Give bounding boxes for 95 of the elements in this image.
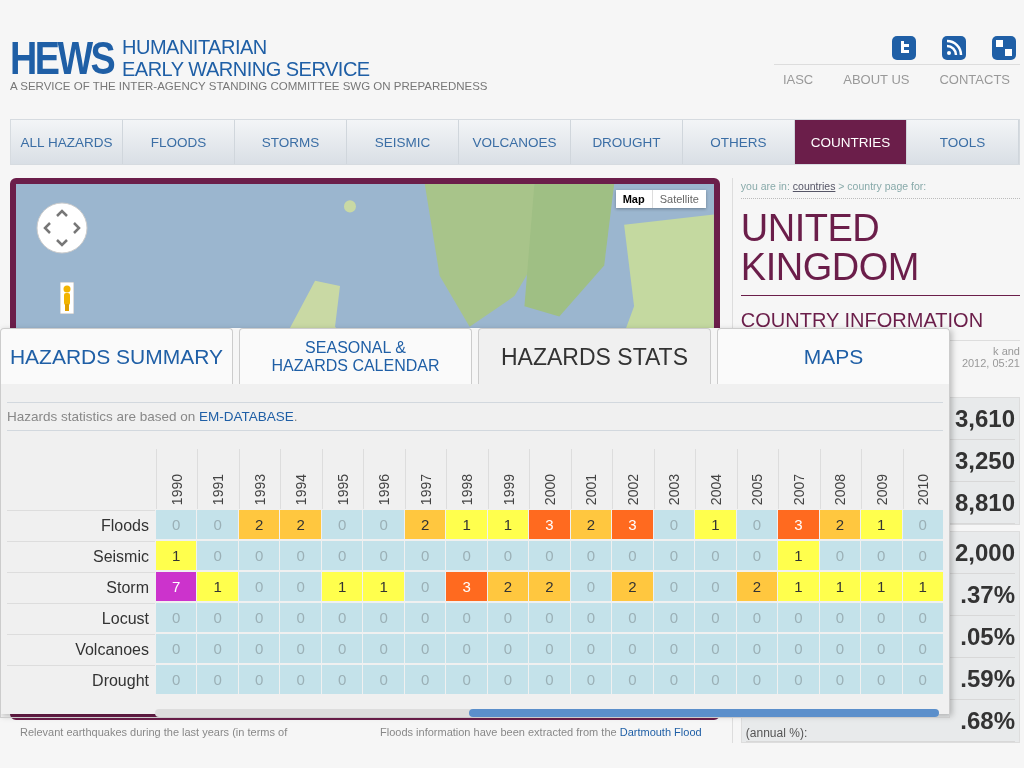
stat-value: 8,810 <box>954 488 1015 517</box>
table-cell: 1 <box>321 572 363 601</box>
table-cell: 2 <box>404 510 446 539</box>
year-header: 2000 <box>542 473 558 505</box>
year-header: 1994 <box>293 473 310 505</box>
map-type-button[interactable]: Map <box>615 190 653 208</box>
footnote-link[interactable]: Dartmouth Flood <box>619 726 702 738</box>
country-name: KINGDOM <box>740 248 920 287</box>
table-cell: 2 <box>238 510 280 539</box>
nav-tab[interactable]: TOOLS <box>907 120 1019 164</box>
table-cell: 3 <box>446 572 487 601</box>
table-cell: 3 <box>778 510 819 539</box>
table-cell: 1 <box>778 572 819 601</box>
stat-value: 3,250 <box>954 446 1015 475</box>
year-header: 1990 <box>168 473 185 505</box>
table-cell: 1 <box>778 541 819 570</box>
year-header: 1999 <box>500 473 517 505</box>
nav-tab[interactable]: COUNTRIES <box>795 120 907 164</box>
table-cell: 1 <box>861 572 902 601</box>
table-cell: 1 <box>861 510 902 539</box>
table-cell: 2 <box>280 510 321 539</box>
hazard-label: Volcanoes <box>7 634 155 664</box>
table-cell: 1 <box>902 572 943 601</box>
year-header: 2005 <box>749 473 766 505</box>
stat-label: (annual %): <box>745 726 808 740</box>
stat-value: 3,610 <box>954 404 1015 433</box>
table-cell: 2 <box>612 572 653 601</box>
hazard-label: Storm <box>7 572 155 602</box>
year-header: 1993 <box>251 473 268 505</box>
table-cell: 1 <box>363 572 404 601</box>
squares-icon[interactable] <box>992 36 1016 60</box>
table-cell: 1 <box>446 510 487 539</box>
stat-value: .37% <box>960 580 1015 609</box>
note-text: 2012, 05:21 <box>961 357 1020 369</box>
source-link[interactable]: EM-DATABASE <box>199 409 294 424</box>
table-cell: 2 <box>736 572 778 601</box>
table-cell: 2 <box>819 510 861 539</box>
table-cell: 3 <box>612 510 653 539</box>
table-cell: 2 <box>570 510 612 539</box>
table-cell: 2 <box>487 572 529 601</box>
year-header: 2004 <box>707 473 724 505</box>
rss-icon[interactable] <box>942 36 966 60</box>
nav-tab[interactable]: OTHERS <box>683 120 795 164</box>
hazard-label: Seismic <box>7 541 155 571</box>
footnote-text: Floods information have been extracted from the Dartmouth Flood <box>380 726 703 738</box>
table-cell: 1 <box>487 510 529 539</box>
stat-value: .68% <box>960 706 1015 735</box>
panel-tab[interactable]: HAZARDS SUMMARY <box>0 328 233 384</box>
stat-value: .05% <box>960 622 1015 651</box>
year-header: 2001 <box>583 473 600 505</box>
hazard-label: Floods <box>7 510 155 540</box>
panel-tab[interactable]: HAZARDS STATS <box>478 328 711 384</box>
panel-tab[interactable]: SEASONAL & HAZARDS CALENDAR <box>239 328 472 384</box>
site-title: HUMANITARIAN <box>122 36 268 58</box>
site-title: EARLY WARNING SERVICE <box>122 58 370 80</box>
footnote-text: Relevant earthquakes during the last years (in terms of <box>20 726 289 738</box>
year-header: 1998 <box>459 473 476 505</box>
source-text: Hazards statistics are based on EM-DATABASE. <box>7 402 943 431</box>
year-header: 2008 <box>832 473 849 505</box>
note-text: k and <box>993 345 1020 357</box>
table-cell: 1 <box>819 572 861 601</box>
table-cell: 1 <box>156 541 197 570</box>
nav-tab[interactable]: SEISMIC <box>347 120 459 164</box>
nav-tab[interactable]: ALL HAZARDS <box>11 120 123 164</box>
panel-tab[interactable]: MAPS <box>717 328 950 384</box>
year-header: 1996 <box>376 473 393 505</box>
table-cell: 1 <box>197 572 238 601</box>
nav-tab[interactable]: FLOODS <box>123 120 235 164</box>
year-header: 2007 <box>790 473 807 505</box>
pan-control-icon[interactable] <box>36 202 88 254</box>
year-header: 2009 <box>873 473 890 505</box>
nav-tab[interactable]: STORMS <box>235 120 347 164</box>
hazard-label: Locust <box>7 603 155 633</box>
nav-tab[interactable]: DROUGHT <box>571 120 683 164</box>
year-header: 1997 <box>417 473 434 505</box>
stat-value: 2,000 <box>954 538 1015 567</box>
stat-value: .59% <box>960 664 1015 693</box>
breadcrumb: you are in: countries > country page for: <box>740 178 1020 199</box>
nav-tab[interactable]: VOLCANOES <box>459 120 571 164</box>
hazard-label: Drought <box>7 665 155 695</box>
year-header: 1991 <box>210 473 227 505</box>
site-tagline: A SERVICE OF THE INTER-AGENCY STANDING COMMITTEE SWG ON PREPAREDNESS <box>10 80 488 92</box>
year-header: 1995 <box>334 473 351 505</box>
year-header: 2002 <box>624 473 641 505</box>
site-logo[interactable]: HEWS <box>10 36 114 80</box>
country-name: UNITED <box>740 209 881 248</box>
breadcrumb-link[interactable]: countries <box>792 180 836 192</box>
table-cell: 2 <box>529 572 570 601</box>
scrollbar[interactable] <box>155 709 939 717</box>
map-type-button[interactable]: Satellite <box>652 190 706 208</box>
table-cell: 3 <box>529 510 570 539</box>
table-cell: 1 <box>695 510 736 539</box>
year-header: 2003 <box>666 473 683 505</box>
table-cell: 7 <box>156 572 197 601</box>
year-header: 2010 <box>915 473 932 505</box>
